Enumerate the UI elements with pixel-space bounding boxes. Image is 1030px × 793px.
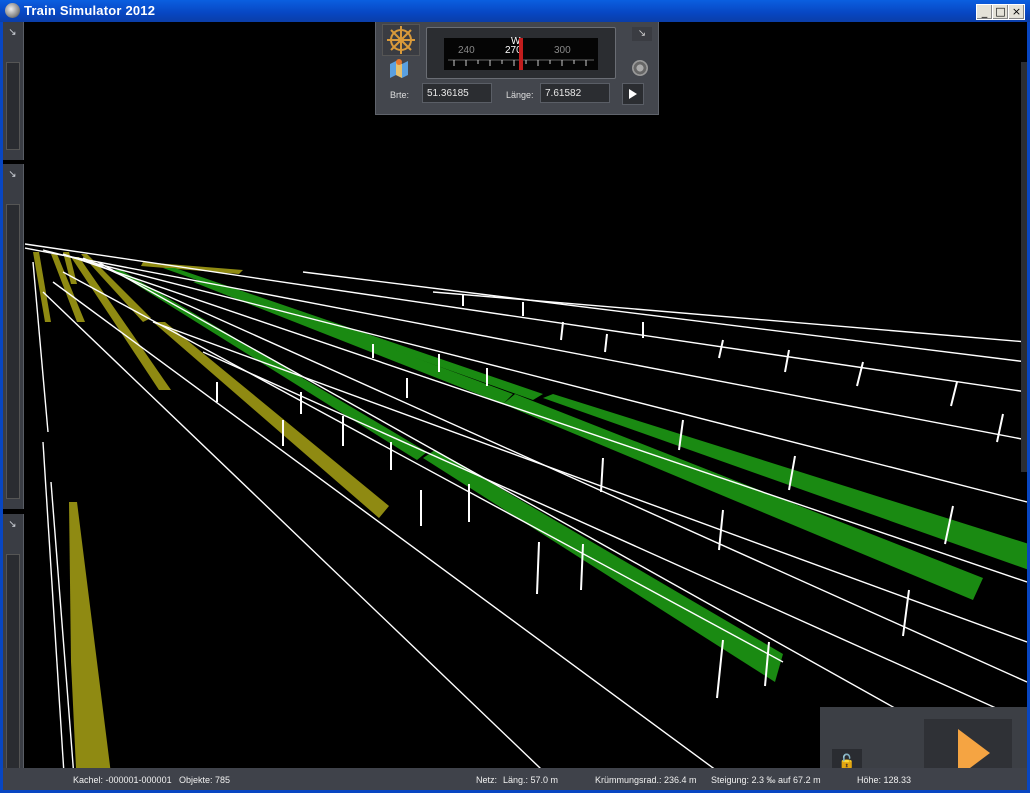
map-icon[interactable] [388, 58, 410, 78]
title-bar: Train Simulator 2012 _ □ × [0, 0, 1030, 22]
close-button[interactable]: × [1008, 4, 1025, 20]
train-simulator-icon [5, 3, 20, 18]
compass-panel: 240 W 270 300 ↘ Brte: 51.36185 Länge: 7.… [375, 22, 659, 115]
window-title: Train Simulator 2012 [24, 3, 156, 18]
side-panel-top[interactable]: ↘ [3, 22, 24, 160]
tick-label-300: 300 [554, 45, 571, 56]
pin-icon[interactable]: ↘ [632, 27, 652, 41]
pin-icon[interactable]: ↘ [6, 518, 19, 531]
right-scrollbar[interactable] [1021, 62, 1027, 472]
longitude-label: Länge: [506, 90, 534, 100]
side-panel-middle[interactable]: ↘ [3, 164, 24, 509]
status-tile: Kachel: -000001-000001 [73, 775, 172, 785]
heading-scale: 240 W 270 300 [444, 36, 598, 70]
heading-needle [519, 38, 523, 70]
status-objects: Objekte: 785 [179, 775, 231, 785]
side-panel-content [6, 62, 20, 150]
heading-dial: 240 W 270 300 [426, 27, 616, 79]
side-panel-content [6, 554, 20, 780]
compass-rose-icon[interactable] [382, 24, 420, 56]
side-panel-bottom[interactable]: ↘ [3, 514, 24, 790]
pin-icon[interactable]: ↘ [6, 168, 19, 181]
track-scene [24, 243, 1027, 790]
maximize-button[interactable]: □ [992, 4, 1009, 20]
goto-location-button[interactable] [622, 83, 644, 105]
latitude-field[interactable]: 51.36185 [422, 83, 492, 103]
latitude-label: Brte: [390, 90, 410, 100]
longitude-field[interactable]: 7.61582 [540, 83, 610, 103]
3d-viewport[interactable]: ↘ ↘ ↘ 240 W 270 300 ↘ Brte: 51.36185 Län… [3, 22, 1027, 790]
side-panel-content [6, 204, 20, 499]
status-curvature: Krümmungsrad.: 236.4 m [595, 775, 697, 785]
status-gradient: Steigung: 2.3 ‰ auf 67.2 m [711, 775, 821, 785]
minimize-button[interactable]: _ [976, 4, 993, 20]
status-bar: Kachel: -000001-000001 Objekte: 785 Netz… [3, 768, 1027, 790]
pin-icon[interactable]: ↘ [6, 26, 19, 39]
tick-label-240: 240 [458, 45, 475, 56]
track-sleepers [216, 294, 1004, 699]
status-net: Netz: [476, 775, 498, 785]
gear-icon[interactable] [632, 60, 648, 76]
status-length: Läng.: 57.0 m [503, 775, 559, 785]
status-height: Höhe: 128.33 [857, 775, 912, 785]
